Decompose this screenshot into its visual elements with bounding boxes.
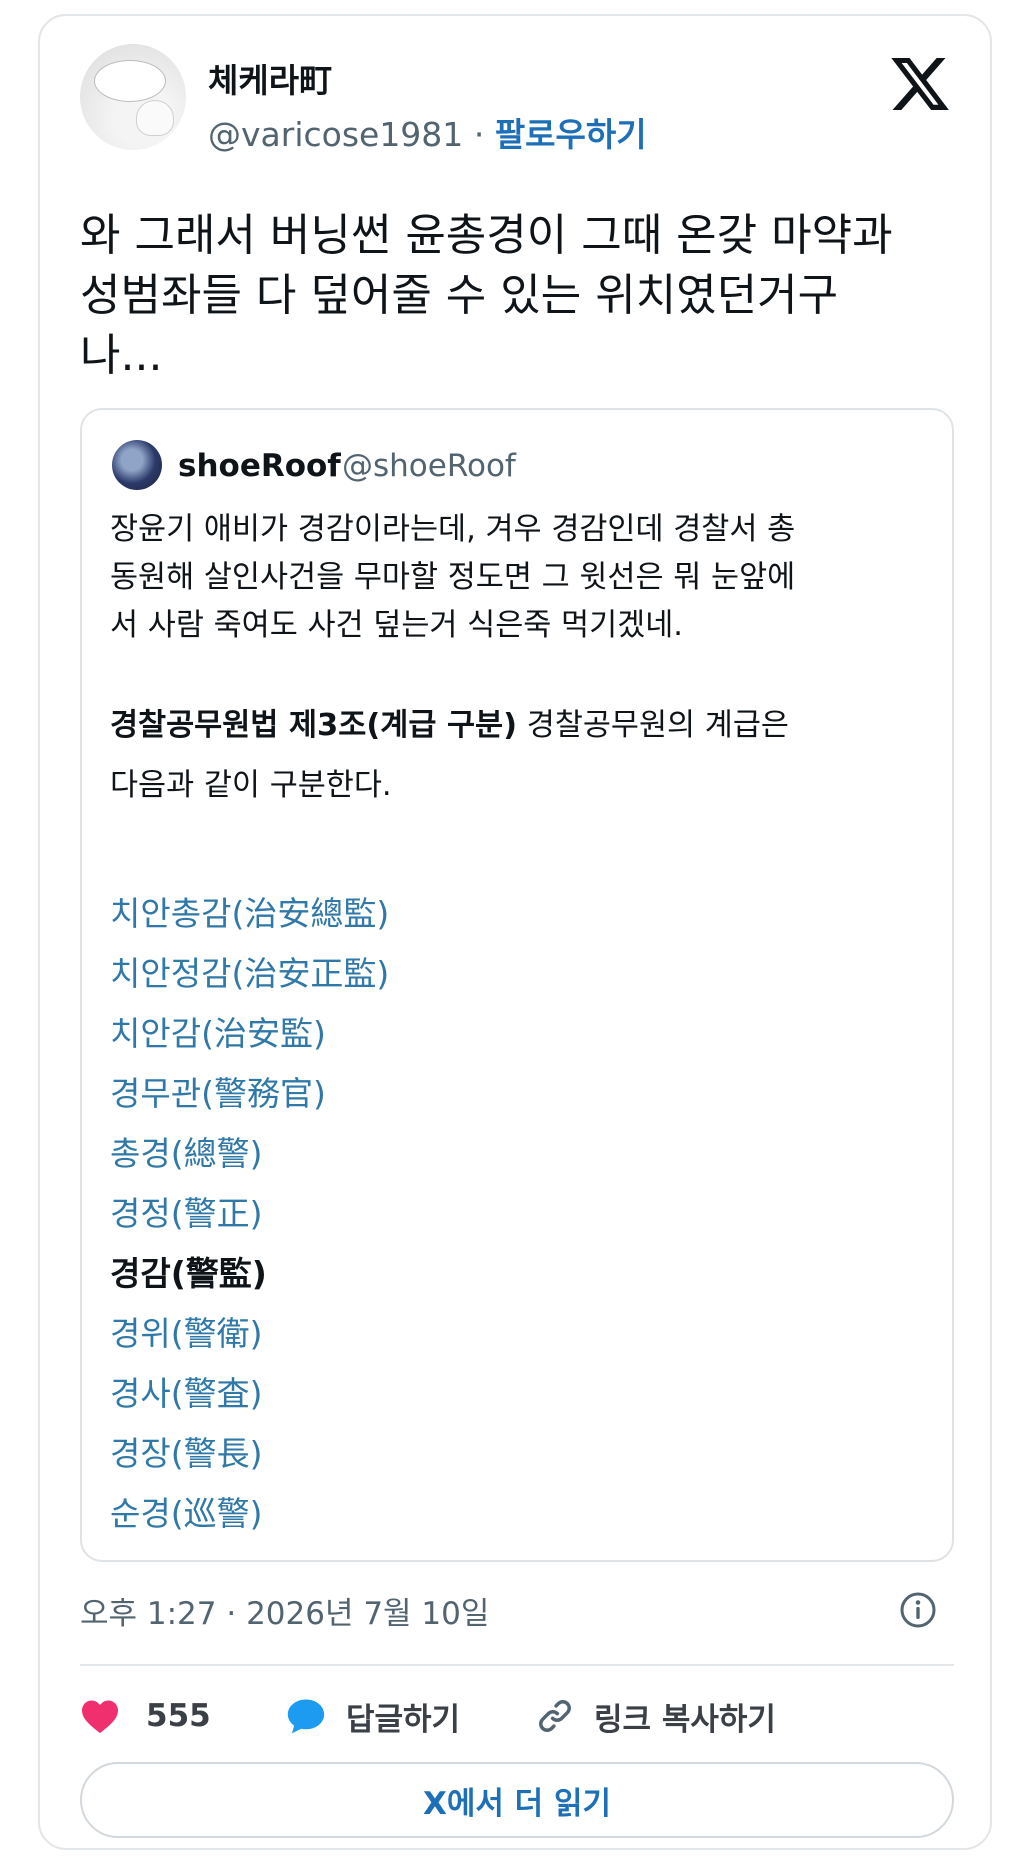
tweet-timestamp[interactable]: 오후 1:27 · 2026년 7월 10일 bbox=[80, 1588, 489, 1633]
quoted-tweet[interactable]: shoeRoof @shoeRoof 장윤기 애비가 경감이라는데, 겨우 경감… bbox=[80, 408, 954, 1562]
copy-link-label: 링크 복사하기 bbox=[594, 1701, 776, 1738]
rank-link[interactable]: 치안정감(治安正監) bbox=[110, 944, 389, 1004]
rank-link[interactable]: 경장(警長) bbox=[110, 1424, 389, 1484]
rank-list: 치안총감(治安總監) 치안정감(治安正監) 치안감(治安監) 경무관(警務官) … bbox=[110, 884, 389, 1544]
like-button[interactable]: 555 bbox=[80, 1692, 211, 1740]
info-icon[interactable] bbox=[898, 1590, 938, 1630]
author-display-name[interactable]: 체케라町 bbox=[208, 54, 332, 102]
author-handle-row: @varicose1981 · 팔로우하기 bbox=[208, 108, 647, 156]
law-excerpt: 경찰공무원법 제3조(계급 구분) 경찰공무원의 계급은 다음과 같이 구분한다… bbox=[110, 696, 930, 816]
law-line-2: 다음과 같이 구분한다. bbox=[110, 768, 392, 803]
tweet-card: 체케라町 @varicose1981 · 팔로우하기 와 그래서 버닝썬 윤총경… bbox=[38, 14, 992, 1850]
quoted-author-name[interactable]: shoeRoof bbox=[178, 448, 341, 484]
tweet-text: 와 그래서 버닝썬 윤총경이 그때 온갖 마약과 성범좌들 다 덮어줄 수 있는… bbox=[80, 210, 893, 381]
law-line-1: 경찰공무원법 제3조(계급 구분) 경찰공무원의 계급은 bbox=[110, 696, 930, 756]
quoted-author-handle[interactable]: @shoeRoof bbox=[342, 448, 516, 484]
quoted-body-line: 동원해 살인사건을 무마할 정도면 그 윗선은 뭐 눈앞에 bbox=[110, 560, 796, 595]
rank-link[interactable]: 순경(巡警) bbox=[110, 1484, 389, 1544]
link-icon bbox=[539, 1700, 571, 1732]
rank-link[interactable]: 경위(警衛) bbox=[110, 1304, 389, 1364]
rank-link[interactable]: 경정(警正) bbox=[110, 1184, 389, 1244]
rank-link[interactable]: 총경(總警) bbox=[110, 1124, 389, 1184]
speech-bubble-icon bbox=[287, 1699, 325, 1734]
law-title: 경찰공무원법 제3조(계급 구분) bbox=[110, 708, 518, 743]
rank-link[interactable]: 치안총감(治安總監) bbox=[110, 884, 389, 944]
copy-link-button[interactable]: 링크 복사하기 bbox=[536, 1692, 776, 1740]
read-more-button[interactable]: X에서 더 읽기 bbox=[80, 1762, 954, 1838]
follow-button[interactable]: 팔로우하기 bbox=[495, 115, 647, 154]
quoted-tweet-body: 장윤기 애비가 경감이라는데, 겨우 경감인데 경찰서 총 동원해 살인사건을 … bbox=[110, 506, 930, 650]
quoted-body-line: 서 사람 죽여도 사건 덮는거 식은죽 먹기겠네. bbox=[110, 608, 683, 643]
heart-icon bbox=[82, 1700, 118, 1734]
rank-link[interactable]: 경무관(警務官) bbox=[110, 1064, 389, 1124]
handle-separator: · bbox=[473, 115, 485, 154]
reply-label: 답글하기 bbox=[346, 1701, 461, 1738]
rank-link[interactable]: 경사(警査) bbox=[110, 1364, 389, 1424]
divider bbox=[80, 1664, 954, 1666]
avatar-ghost-figure bbox=[136, 100, 174, 136]
avatar-speech-bubble bbox=[94, 60, 166, 102]
quoted-author-avatar[interactable] bbox=[112, 440, 162, 490]
reply-button[interactable]: 답글하기 bbox=[286, 1692, 460, 1740]
law-text: 경찰공무원의 계급은 bbox=[517, 708, 789, 743]
rank-current: 경감(警監) bbox=[110, 1254, 267, 1293]
quoted-body-line: 장윤기 애비가 경감이라는데, 겨우 경감인데 경찰서 총 bbox=[110, 512, 796, 547]
author-handle[interactable]: @varicose1981 bbox=[208, 115, 463, 154]
author-avatar[interactable] bbox=[80, 44, 186, 150]
x-logo-icon[interactable] bbox=[888, 52, 952, 116]
rank-link[interactable]: 치안감(治安監) bbox=[110, 1004, 389, 1064]
like-count: 555 bbox=[146, 1698, 211, 1734]
